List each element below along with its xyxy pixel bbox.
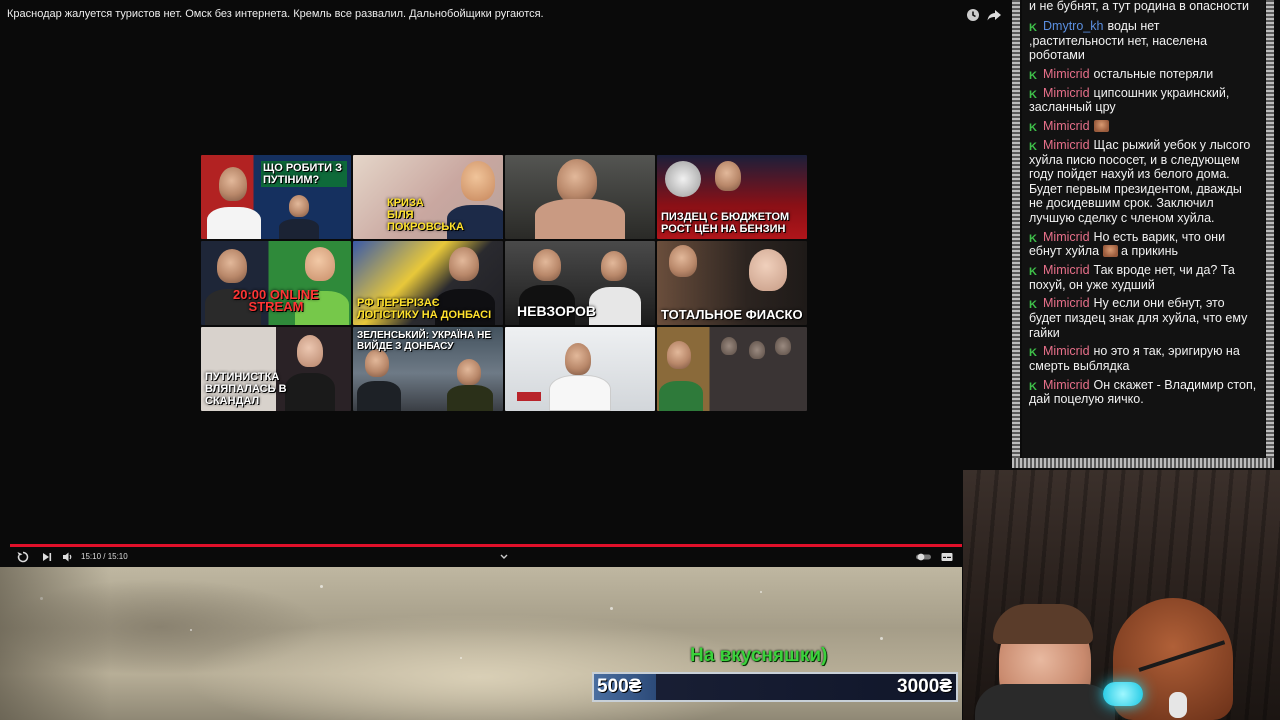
autoplay-toggle-icon[interactable] bbox=[914, 550, 934, 564]
chat-username[interactable]: Dmytro_kh bbox=[1043, 19, 1103, 33]
chat-text: остальные потеряли bbox=[1093, 66, 1214, 81]
channel-label bbox=[517, 392, 541, 401]
thumbnail-caption: РФ ПЕРЕРІЗАЄ ЛОГІСТИКУ НА ДОНБАСІ bbox=[357, 297, 492, 321]
chat-message: K Mimicrid Ну если они ебнут, это будет пи… bbox=[1029, 296, 1257, 340]
chevron-down-icon[interactable] bbox=[498, 550, 510, 564]
kick-badge-icon: K bbox=[1029, 266, 1037, 279]
chat-message-partial: и не бубнят, а тут родина в опасности bbox=[1029, 0, 1249, 13]
time-display: 15:10 / 15:10 bbox=[81, 552, 128, 561]
kick-badge-icon: K bbox=[1029, 22, 1037, 34]
chat-username[interactable]: Mimicrid bbox=[1043, 296, 1090, 310]
thumbnail-caption: ПУТИНИСТКА ВЛЯПАЛАСЬ В СКАНДАЛ bbox=[205, 371, 287, 407]
chat-username[interactable]: Mimicrid bbox=[1043, 263, 1090, 277]
subtitles-icon[interactable] bbox=[940, 550, 954, 564]
share-icon[interactable] bbox=[986, 7, 1002, 23]
chat-message: K Mimicrid но это я так, эригирую на смерт… bbox=[1029, 344, 1257, 373]
thumbnail-caption: НЕВЗОРОВ bbox=[517, 303, 597, 319]
kick-badge-icon: K bbox=[1029, 347, 1037, 360]
chat-message: K Mimicrid Он скажет - Владимир стоп, дай … bbox=[1029, 378, 1257, 407]
chat-frame-left bbox=[1012, 0, 1020, 468]
chat-username[interactable]: Mimicrid bbox=[1043, 230, 1090, 244]
chat-message: K Dmytro_kh воды нет ,растительности нет, … bbox=[1029, 19, 1257, 63]
thumbnail-caption: ЩО РОБИТИ З ПУТІНИМ? bbox=[261, 161, 347, 187]
end-screen-video[interactable]: ПИЗДЕЦ С БЮДЖЕТОМ РОСТ ЦЕН НА БЕНЗИН bbox=[657, 155, 807, 239]
end-screen-video[interactable]: 20:00 ONLINE STREAM bbox=[201, 241, 351, 325]
kick-badge-icon: K bbox=[1029, 299, 1037, 312]
thumbnail-caption: ПИЗДЕЦ С БЮДЖЕТОМ РОСТ ЦЕН НА БЕНЗИН bbox=[661, 211, 790, 235]
donation-goal-label: На вкусняшки) bbox=[690, 645, 828, 666]
chat-text: а прикинь bbox=[1121, 244, 1179, 259]
chat-username[interactable]: Mimicrid bbox=[1043, 378, 1090, 392]
chat-message: K Mimicrid Но есть варик, что они ебнут ху… bbox=[1029, 230, 1257, 259]
chat-frame-bottom bbox=[1012, 458, 1274, 468]
chat-message: K Mimicrid ципсошник украинский, засланный… bbox=[1029, 86, 1257, 115]
donation-goal-max: 3000₴ bbox=[897, 676, 952, 697]
chat-username[interactable]: Mimicrid bbox=[1043, 67, 1090, 81]
webcam-overlay bbox=[963, 470, 1280, 720]
streamer-hair bbox=[993, 604, 1093, 644]
road-shadow bbox=[0, 567, 110, 720]
kick-badge-icon: K bbox=[1029, 122, 1037, 135]
chat-username[interactable]: Mimicrid bbox=[1043, 86, 1090, 100]
end-screen-video[interactable]: КРИЗА БІЛЯ ПОКРОВСЬКА bbox=[353, 155, 503, 239]
progress-bar[interactable] bbox=[10, 544, 962, 547]
chat-username[interactable]: Mimicrid bbox=[1043, 138, 1090, 152]
player-controls: 15:10 / 15:10 bbox=[0, 548, 962, 566]
kick-badge-icon: K bbox=[1029, 69, 1037, 82]
microphone-icon bbox=[1103, 682, 1143, 706]
thumbnail-caption: ЗЕЛЕНСЬКИЙ: УКРАЇНА НЕ ВИЙДЕ З ДОНБАСУ bbox=[357, 330, 492, 352]
thumbnail-caption: КРИЗА БІЛЯ ПОКРОВСЬКА bbox=[387, 197, 464, 233]
end-screen-video[interactable]: НЕВЗОРОВ bbox=[505, 241, 655, 325]
end-screen-video[interactable]: РФ ПЕРЕРІЗАЄ ЛОГІСТИКУ НА ДОНБАСІ bbox=[353, 241, 503, 325]
end-screen-video[interactable]: ЩО РОБИТИ З ПУТІНИМ? bbox=[201, 155, 351, 239]
end-screen-grid: ЩО РОБИТИ З ПУТІНИМ? КРИЗА БІЛЯ ПОКРОВСЬ… bbox=[201, 155, 809, 412]
figurine bbox=[1169, 692, 1187, 718]
end-screen-video[interactable]: ТОТАЛЬНОЕ ФИАСКО bbox=[657, 241, 807, 325]
kick-badge-icon: K bbox=[1029, 380, 1037, 393]
end-screen-video[interactable] bbox=[505, 327, 655, 411]
kick-badge-icon: K bbox=[1029, 88, 1037, 101]
kick-badge-icon: K bbox=[1029, 140, 1037, 153]
chat-frame-right bbox=[1266, 0, 1274, 468]
end-screen-video[interactable] bbox=[505, 155, 655, 239]
chat-message-list: K Dmytro_kh воды нет ,растительности нет, … bbox=[1029, 19, 1257, 411]
chat-username[interactable]: Mimicrid bbox=[1043, 344, 1090, 358]
chat-message: K Mimicrid Щас рыжий уебок у лысого хуйла … bbox=[1029, 138, 1257, 226]
kick-badge-icon: K bbox=[1029, 232, 1037, 245]
chat-message: K Mimicrid bbox=[1029, 119, 1257, 134]
video-title[interactable]: Краснодар жалуется туристов нет. Омск бе… bbox=[7, 8, 544, 20]
volume-icon[interactable] bbox=[61, 550, 75, 564]
chat-message: K Mimicrid Так вроде нет, чи да? Та похуй,… bbox=[1029, 263, 1257, 292]
chat-panel: и не бубнят, а тут родина в опасности KD… bbox=[1022, 0, 1265, 458]
ruble-coin-icon bbox=[665, 161, 701, 197]
end-screen-video[interactable]: ЗЕЛЕНСЬКИЙ: УКРАЇНА НЕ ВИЙДЕ З ДОНБАСУ bbox=[353, 327, 503, 411]
clock-icon[interactable] bbox=[965, 7, 981, 23]
thumbnail-caption: 20:00 ONLINE STREAM bbox=[233, 287, 319, 314]
emote-icon bbox=[1093, 120, 1109, 133]
donation-goal-bar: 500₴ 3000₴ bbox=[592, 672, 958, 702]
emote-icon bbox=[1102, 245, 1118, 258]
end-screen-video[interactable]: ПУТИНИСТКА ВЛЯПАЛАСЬ В СКАНДАЛ bbox=[201, 327, 351, 411]
streamer-shirt bbox=[975, 684, 1115, 720]
next-icon[interactable] bbox=[40, 550, 54, 564]
donation-goal-min: 500₴ bbox=[597, 676, 642, 697]
video-player[interactable]: Краснодар жалуется туристов нет. Омск бе… bbox=[0, 0, 1010, 567]
end-screen-video[interactable] bbox=[657, 327, 807, 411]
thumbnail-caption: ТОТАЛЬНОЕ ФИАСКО bbox=[661, 307, 803, 322]
replay-icon[interactable] bbox=[16, 550, 30, 564]
chat-message: K Mimicrid остальные потеряли bbox=[1029, 67, 1257, 82]
chat-username[interactable]: Mimicrid bbox=[1043, 119, 1090, 133]
